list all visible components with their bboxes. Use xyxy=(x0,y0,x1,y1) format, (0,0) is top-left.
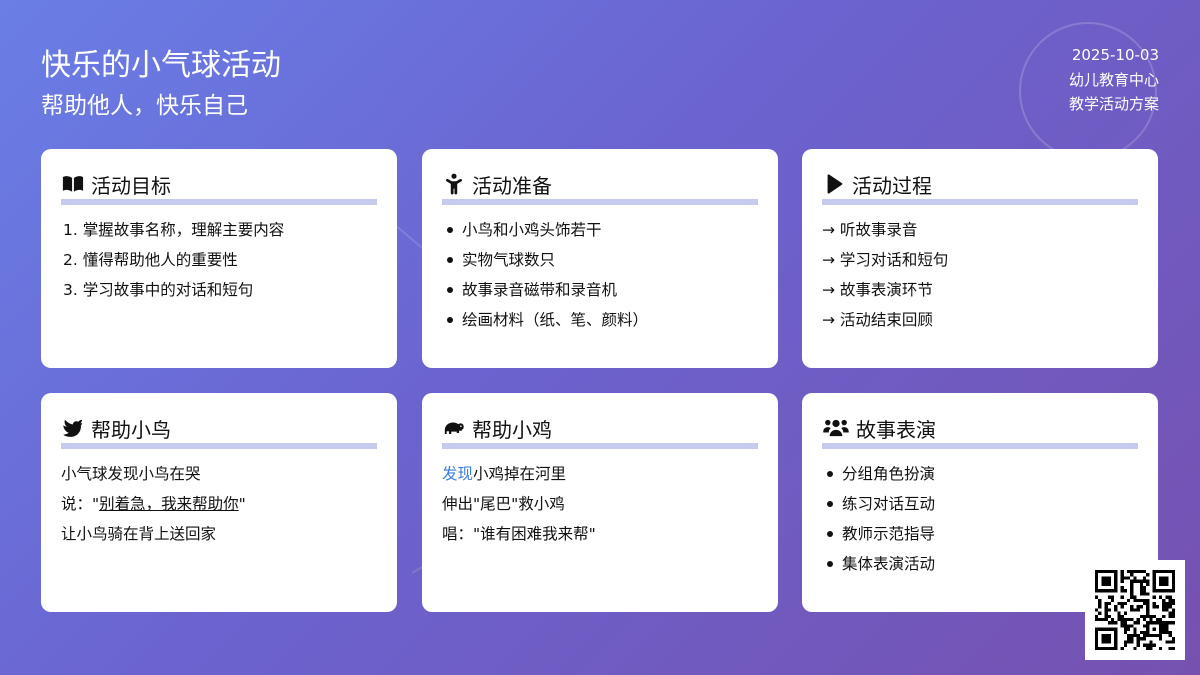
card-header: 活动过程 xyxy=(822,169,1138,205)
list-item: 1. 掌握故事名称，理解主要内容 xyxy=(63,221,285,239)
card-header: 活动准备 xyxy=(442,169,758,205)
list-item: 教师示范指导 xyxy=(822,519,1138,549)
card-help-bird: 帮助小鸟 小气球发现小鸟在哭 说："别着急，我来帮助你" 让小鸟骑在背上送回家 xyxy=(41,393,397,612)
dove-icon xyxy=(61,417,85,439)
card-header: 故事表演 xyxy=(822,413,1138,449)
chick-list: 发现小鸡掉在河里 伸出"尾巴"救小鸡 唱："谁有困难我来帮" xyxy=(442,459,758,549)
list-item: 分组角色扮演 xyxy=(822,459,1138,489)
list-item: 小气球发现小鸟在哭 xyxy=(61,465,201,483)
org-label: 幼儿教育中心 xyxy=(1068,70,1159,89)
list-item: 说："别着急，我来帮助你" xyxy=(61,489,377,519)
play-icon xyxy=(822,173,846,195)
list-item: 小鸟和小鸡头饰若干 xyxy=(442,215,758,245)
list-item: 3. 学习故事中的对话和短句 xyxy=(63,281,254,299)
underlined-quote: 别着急，我来帮助你 xyxy=(99,495,239,513)
hippo-icon xyxy=(442,417,466,439)
list-item: 故事录音磁带和录音机 xyxy=(442,275,758,305)
list-item: → 故事表演环节 xyxy=(822,281,933,299)
users-icon xyxy=(822,417,850,439)
process-list: → 听故事录音 → 学习对话和短句 → 故事表演环节 → 活动结束回顾 xyxy=(822,215,1138,335)
list-item: 练习对话互动 xyxy=(822,489,1138,519)
list-item: → 学习对话和短句 xyxy=(822,251,949,269)
card-title: 帮助小鸡 xyxy=(472,417,552,442)
card-title: 帮助小鸟 xyxy=(91,417,171,442)
prep-list: 小鸟和小鸡头饰若干 实物气球数只 故事录音磁带和录音机 绘画材料（纸、笔、颜料） xyxy=(442,215,758,335)
list-item: 让小鸟骑在背上送回家 xyxy=(61,525,217,543)
card-process: 活动过程 → 听故事录音 → 学习对话和短句 → 故事表演环节 → 活动结束回顾 xyxy=(802,149,1158,368)
highlighted-word: 发现 xyxy=(442,465,474,483)
text-suffix: " xyxy=(238,495,246,513)
page-title: 快乐的小气球活动 xyxy=(41,48,281,83)
qr-code[interactable] xyxy=(1085,560,1185,660)
child-icon xyxy=(442,173,466,195)
card-prep: 活动准备 小鸟和小鸡头饰若干 实物气球数只 故事录音磁带和录音机 绘画材料（纸、… xyxy=(422,149,778,368)
card-help-chick: 帮助小鸡 发现小鸡掉在河里 伸出"尾巴"救小鸡 唱："谁有困难我来帮" xyxy=(422,393,778,612)
qr-code-icon xyxy=(1095,570,1175,650)
list-item: 绘画材料（纸、笔、颜料） xyxy=(442,305,758,335)
text-rest: 小鸡掉在河里 xyxy=(473,465,567,483)
text-prefix: 说：" xyxy=(61,495,100,513)
card-title: 活动过程 xyxy=(852,173,932,198)
card-title: 故事表演 xyxy=(856,417,936,442)
book-icon xyxy=(61,173,85,195)
doc-type-label: 教学活动方案 xyxy=(1068,95,1159,113)
list-item: → 活动结束回顾 xyxy=(822,311,933,329)
goals-list: 1. 掌握故事名称，理解主要内容 2. 懂得帮助他人的重要性 3. 学习故事中的… xyxy=(61,215,377,305)
header-meta: 2025-10-03 幼儿教育中心 教学活动方案 xyxy=(1069,43,1159,117)
card-header: 帮助小鸟 xyxy=(61,413,377,449)
date-label: 2025-10-03 xyxy=(1071,46,1159,64)
list-item: → 听故事录音 xyxy=(822,221,918,239)
page-subtitle: 帮助他人，快乐自己 xyxy=(41,93,248,119)
card-header: 活动目标 xyxy=(61,169,377,205)
bird-list: 小气球发现小鸟在哭 说："别着急，我来帮助你" 让小鸟骑在背上送回家 xyxy=(61,459,377,549)
card-title: 活动准备 xyxy=(472,173,552,198)
list-item: 伸出"尾巴"救小鸡 xyxy=(442,495,565,513)
card-header: 帮助小鸡 xyxy=(442,413,758,449)
list-item: 实物气球数只 xyxy=(442,245,758,275)
list-item: 发现小鸡掉在河里 xyxy=(442,459,758,489)
card-title: 活动目标 xyxy=(91,173,171,198)
list-item: 2. 懂得帮助他人的重要性 xyxy=(63,251,238,269)
card-goals: 活动目标 1. 掌握故事名称，理解主要内容 2. 懂得帮助他人的重要性 3. 学… xyxy=(41,149,397,368)
list-item: 唱："谁有困难我来帮" xyxy=(442,525,596,543)
